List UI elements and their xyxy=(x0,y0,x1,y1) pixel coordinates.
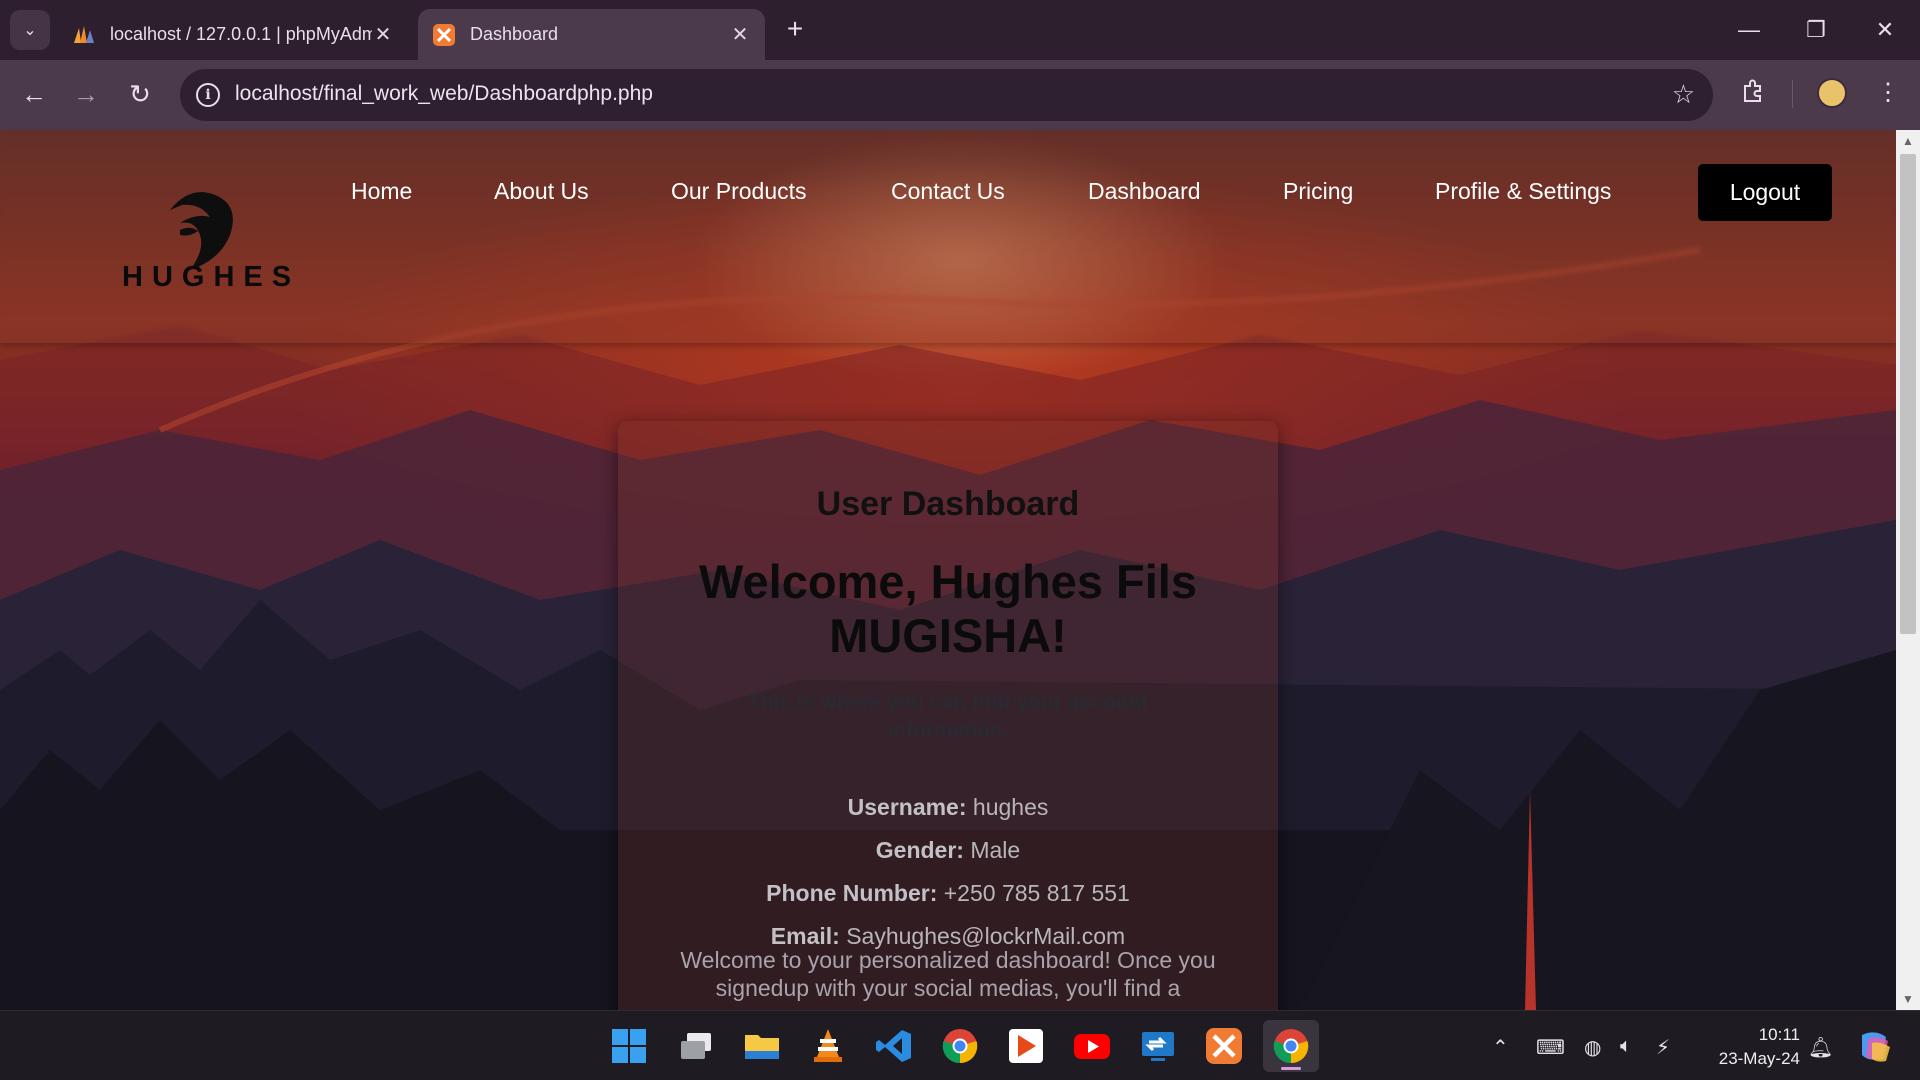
nav-profile-settings[interactable]: Profile & Settings xyxy=(1435,178,1611,205)
xampp-icon xyxy=(432,23,456,47)
volume-icon[interactable]: 🔈︎ xyxy=(1620,1035,1632,1058)
url-text[interactable]: localhost/final_work_web/Dashboardphp.ph… xyxy=(235,82,653,106)
address-bar[interactable]: i localhost/final_work_web/Dashboardphp.… xyxy=(180,69,1713,121)
back-arrow-icon[interactable]: ← xyxy=(16,76,52,112)
username-label: Username: xyxy=(847,794,967,820)
gender-label: Gender: xyxy=(875,837,964,863)
reload-icon[interactable]: ↻ xyxy=(122,76,158,112)
dashboard-heading: User Dashboard xyxy=(816,485,1080,523)
battery-charging-icon[interactable]: ⚡︎ xyxy=(1656,1035,1670,1060)
logout-button[interactable]: Logout xyxy=(1698,164,1832,221)
profile-avatar[interactable] xyxy=(1817,78,1847,108)
dashboard-card: User Dashboard Welcome, Hughes Fils MUGI… xyxy=(618,421,1278,1010)
clock-time: 10:11 xyxy=(1758,1025,1800,1044)
username-row: Username: hughes xyxy=(618,794,1278,821)
username-value: hughes xyxy=(972,794,1049,820)
page-viewport: HUGHES Home About Us Our Products Contac… xyxy=(0,130,1896,1010)
network-globe-icon[interactable]: ◍ xyxy=(1584,1035,1601,1060)
browser-toolbar: ← → ↻ i localhost/final_work_web/Dashboa… xyxy=(0,60,1920,130)
task-view-icon[interactable] xyxy=(677,1027,715,1065)
nav-dashboard[interactable]: Dashboard xyxy=(1088,178,1201,205)
restore-icon[interactable]: ❐ xyxy=(1791,10,1841,50)
vlc-icon[interactable] xyxy=(809,1027,847,1065)
tab-dashboard[interactable]: Dashboard ✕ xyxy=(418,9,765,60)
show-hidden-icons-chevron-icon[interactable]: ⌃ xyxy=(1492,1035,1509,1060)
site-info-icon[interactable]: i xyxy=(196,83,220,107)
keyboard-icon[interactable]: ⌨ xyxy=(1536,1035,1565,1060)
intro-text: This is where you can find your account … xyxy=(747,691,1149,742)
phone-row: Phone Number: +250 785 817 551 xyxy=(618,880,1278,907)
nav-pricing[interactable]: Pricing xyxy=(1283,178,1353,205)
browser-menu-icon[interactable]: ⋮ xyxy=(1876,78,1900,107)
clock-date: 23-May-24 xyxy=(1718,1049,1800,1068)
toolbar-divider xyxy=(1792,80,1793,108)
nav-contact-us[interactable]: Contact Us xyxy=(891,178,1005,205)
notification-bell-icon[interactable]: 🔔︎ xyxy=(1808,1035,1833,1060)
tab-title: Dashboard xyxy=(470,24,559,44)
close-tab-icon[interactable]: ✕ xyxy=(729,22,751,47)
welcome-message: Welcome, Hughes Fils MUGISHA! xyxy=(699,555,1197,662)
youtube-icon[interactable] xyxy=(1073,1027,1111,1065)
bookmark-star-icon[interactable]: ☆ xyxy=(1672,79,1695,110)
outro-clip: Welcome to your personalized dashboard! … xyxy=(658,946,1238,1010)
remote-desktop-icon[interactable] xyxy=(1139,1027,1177,1065)
scrollbar-thumb[interactable] xyxy=(1900,154,1916,634)
tab-search-chevron-icon[interactable]: ⌄ xyxy=(10,10,50,50)
minimize-icon[interactable]: — xyxy=(1724,10,1774,50)
file-explorer-icon[interactable] xyxy=(743,1027,781,1065)
vscode-icon[interactable] xyxy=(875,1027,913,1065)
phone-value: +250 785 817 551 xyxy=(943,880,1130,906)
media-player-icon[interactable] xyxy=(1007,1027,1045,1065)
taskbar: ⌃ ⌨ ◍ 🔈︎ ⚡︎ 10:11 23-May-24 🔔︎ xyxy=(0,1010,1920,1080)
logo-text: HUGHES xyxy=(122,261,301,293)
site-header: HUGHES Home About Us Our Products Contac… xyxy=(0,130,1896,343)
browser-tab-bar: ⌄ localhost / 127.0.0.1 | phpMyAdmin ✕ D… xyxy=(0,0,1920,60)
phpmyadmin-icon xyxy=(72,23,96,47)
system-clock[interactable]: 10:11 23-May-24 xyxy=(1700,1023,1800,1071)
tab-title: localhost / 127.0.0.1 | phpMyAdmin xyxy=(110,24,372,44)
new-tab-plus-icon[interactable]: + xyxy=(780,14,810,44)
close-window-icon[interactable]: ✕ xyxy=(1860,10,1910,50)
tab-phpmyadmin[interactable]: localhost / 127.0.0.1 | phpMyAdmin ✕ xyxy=(58,9,408,60)
outro-text: Welcome to your personalized dashboard! … xyxy=(680,947,1216,1001)
windows-start-icon[interactable] xyxy=(610,1027,648,1065)
gender-value: Male xyxy=(970,837,1021,863)
close-tab-icon[interactable]: ✕ xyxy=(372,22,394,47)
forward-arrow-icon[interactable]: → xyxy=(68,76,104,112)
chrome-icon[interactable] xyxy=(941,1027,979,1065)
page-scrollbar[interactable]: ▲ ▼ xyxy=(1896,130,1920,1010)
nav-about-us[interactable]: About Us xyxy=(494,178,589,205)
phone-label: Phone Number: xyxy=(766,880,938,906)
chrome-profile-icon[interactable] xyxy=(1263,1020,1319,1072)
gender-row: Gender: Male xyxy=(618,837,1278,864)
scroll-up-icon[interactable]: ▲ xyxy=(1896,134,1920,148)
extensions-puzzle-icon[interactable] xyxy=(1740,78,1766,111)
xampp-icon[interactable] xyxy=(1205,1027,1243,1065)
nav-our-products[interactable]: Our Products xyxy=(671,178,807,205)
nav-home[interactable]: Home xyxy=(351,178,412,205)
scroll-down-icon[interactable]: ▼ xyxy=(1896,992,1920,1006)
copilot-icon[interactable] xyxy=(1856,1027,1894,1065)
active-app-indicator xyxy=(1281,1067,1301,1070)
